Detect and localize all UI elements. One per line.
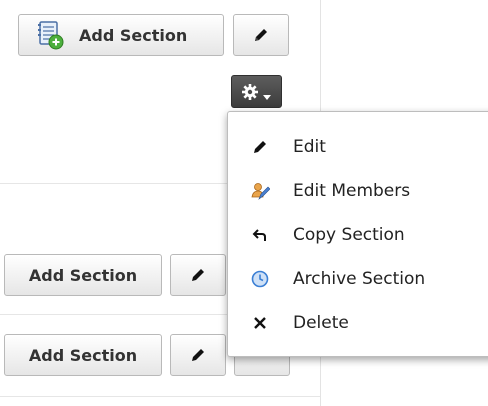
- settings-dropdown-button[interactable]: [231, 75, 282, 108]
- menu-item-edit[interactable]: Edit: [228, 132, 488, 162]
- sections-panel: Add Section Add Section Add Section Edit…: [0, 0, 488, 406]
- chevron-down-icon: [262, 87, 272, 100]
- clock-icon: [250, 269, 270, 289]
- pencil-icon: [189, 346, 207, 364]
- add-section-button[interactable]: Add Section: [4, 334, 162, 376]
- add-section-button-label: Add Section: [79, 25, 188, 45]
- menu-item-delete[interactable]: Delete: [228, 308, 488, 338]
- menu-item-label: Archive Section: [293, 269, 426, 289]
- add-section-button[interactable]: Add Section: [18, 14, 224, 56]
- undo-arrow-icon: [250, 225, 270, 245]
- edit-button[interactable]: [170, 254, 226, 296]
- pencil-icon: [189, 266, 207, 284]
- add-section-icon: [35, 20, 65, 50]
- add-section-button-label: Add Section: [28, 265, 138, 285]
- pencil-icon: [252, 26, 270, 44]
- gear-icon: [241, 83, 259, 101]
- members-icon: [250, 181, 270, 201]
- menu-item-label: Copy Section: [293, 225, 405, 245]
- menu-item-copy-section[interactable]: Copy Section: [228, 220, 488, 250]
- edit-button[interactable]: [233, 14, 289, 56]
- x-icon: [250, 313, 270, 333]
- menu-item-archive-section[interactable]: Archive Section: [228, 264, 488, 294]
- menu-item-label: Delete: [293, 313, 349, 333]
- menu-item-label: Edit Members: [293, 181, 411, 201]
- menu-item-label: Edit: [293, 137, 326, 157]
- menu-item-edit-members[interactable]: Edit Members: [228, 176, 488, 206]
- edit-button[interactable]: [170, 334, 226, 376]
- settings-dropdown-menu: Edit Edit Members Copy Section Archive S…: [227, 111, 488, 357]
- add-section-button[interactable]: Add Section: [4, 254, 162, 296]
- pencil-icon: [250, 137, 270, 157]
- add-section-button-label: Add Section: [28, 345, 138, 365]
- row-separator: [0, 396, 320, 397]
